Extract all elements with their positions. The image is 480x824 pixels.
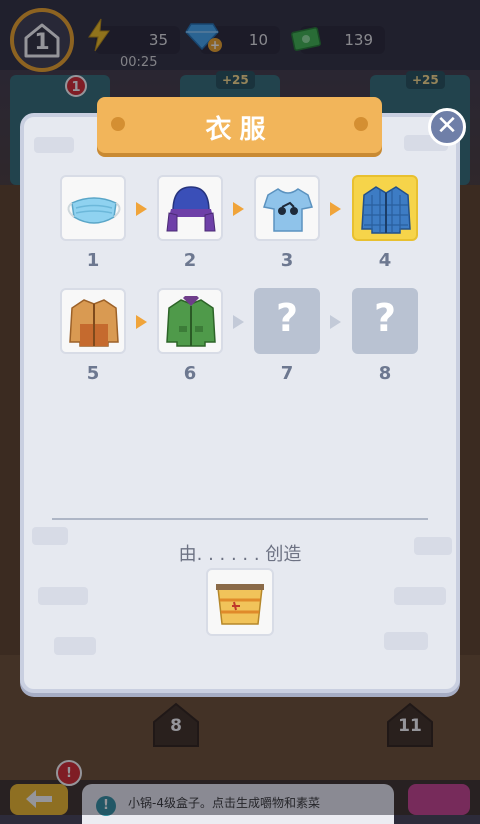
basket-icon [216,584,264,625]
chain-number: 3 [280,250,294,271]
unknown-icon: ? [275,296,299,340]
chain-item-5[interactable] [60,288,126,354]
divider [52,518,428,520]
chain-arrow [136,202,147,216]
chain-number: 5 [86,363,100,384]
unknown-icon: ? [373,296,397,340]
chain-number: 6 [183,363,197,384]
chain-item-8[interactable]: ? [352,288,418,354]
source-item[interactable] [206,568,274,636]
dialog-title-banner: 衣服 [97,97,382,153]
chain-arrow [233,315,244,329]
chain-number: 7 [280,363,294,384]
chain-item-1[interactable] [60,175,126,241]
made-by-label: 由. . . . . . 创造 [178,544,302,565]
tan-jacket-icon [69,299,119,347]
chain-number: 2 [183,250,197,271]
chain-item-7[interactable]: ? [254,288,320,354]
ushanka-hat-icon [166,186,216,232]
chain-number: 8 [378,363,392,384]
dialog-title: 衣服 [205,115,274,145]
chain-arrow [136,315,147,329]
chain-item-4[interactable] [352,175,418,241]
chain-item-2[interactable] [157,175,223,241]
face-mask-icon [67,197,121,224]
chain-number: 4 [378,250,392,271]
chain-number: 1 [86,250,100,271]
close-button[interactable]: ✕ [428,108,466,146]
green-jacket-icon [166,296,216,347]
chain-item-3[interactable] [254,175,320,241]
blue-flannel-shirt-icon [361,186,411,234]
chain-arrow [330,202,341,216]
chain-arrow [330,315,341,329]
tshirt-icon [263,188,313,232]
chain-item-6[interactable] [157,288,223,354]
chain-arrow [233,202,244,216]
